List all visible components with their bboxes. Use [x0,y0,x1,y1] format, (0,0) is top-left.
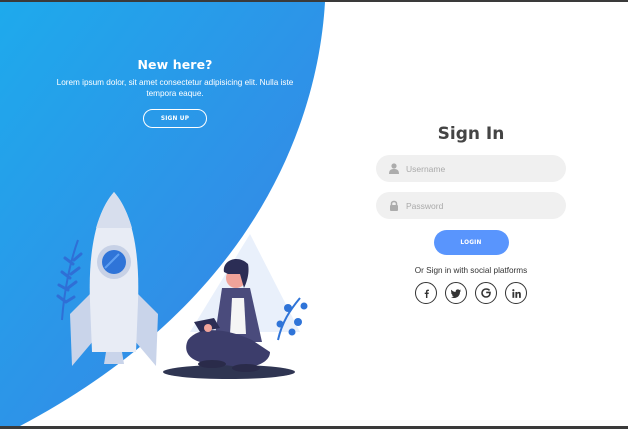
promo-title: New here? [137,57,213,72]
lock-icon [390,200,398,211]
user-icon [389,163,399,174]
login-button[interactable]: LOGIN [433,230,509,255]
twitter-icon [451,288,461,298]
sign-in-form: Sign In LOGIN Or Sign in with social pla… [376,124,566,304]
twitter-button[interactable] [445,282,467,304]
facebook-button[interactable] [415,282,437,304]
promo-text: Lorem ipsum dolor, sit amet consectetur … [56,78,294,98]
facebook-icon [424,289,429,298]
login-screen: New here? Lorem ipsum dolor, sit amet co… [0,2,628,426]
username-field[interactable] [376,155,566,182]
google-button[interactable] [475,282,497,304]
form-title: Sign In [437,124,505,144]
password-input[interactable] [406,192,556,219]
sign-up-button[interactable]: SIGN UP [143,109,207,128]
username-input[interactable] [406,155,556,182]
linkedin-icon [511,288,521,298]
password-field[interactable] [376,192,566,219]
promo-section: New here? Lorem ipsum dolor, sit amet co… [44,57,306,128]
google-icon [481,288,491,298]
social-media-row [376,282,566,304]
linkedin-button[interactable] [505,282,527,304]
social-text: Or Sign in with social platforms [414,266,528,275]
